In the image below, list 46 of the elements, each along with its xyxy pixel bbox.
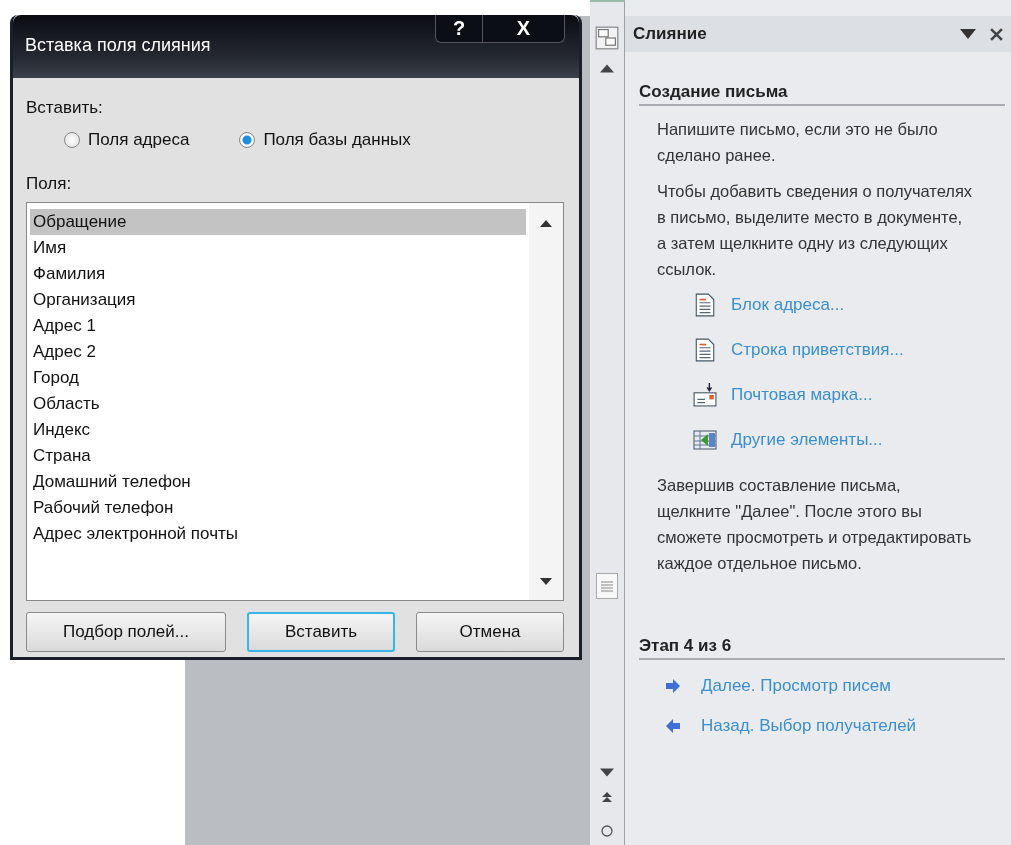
list-item[interactable]: Домашний телефон: [30, 469, 526, 495]
scroll-thumb-icon[interactable]: [596, 573, 618, 599]
list-item[interactable]: Адрес электронной почты: [30, 521, 526, 547]
window-title: Вставка поля слияния: [25, 35, 211, 56]
list-item[interactable]: Область: [30, 391, 526, 417]
fields-label: Поля:: [26, 174, 73, 194]
radio-label: Поля адреса: [88, 130, 190, 150]
browse-object-icon[interactable]: [601, 825, 613, 837]
list-item[interactable]: Адрес 2: [30, 339, 526, 365]
help-button[interactable]: ?: [435, 15, 483, 43]
table-icon: [693, 427, 717, 452]
section-title: Создание письма: [639, 82, 1005, 106]
dialog-button[interactable]: Вставить: [247, 612, 395, 652]
list-item[interactable]: Имя: [30, 235, 526, 261]
scroll-up-icon[interactable]: [540, 219, 552, 227]
step-title: Этап 4 из 6: [639, 636, 1005, 660]
scroll-down-icon[interactable]: [540, 578, 552, 586]
dialog-button[interactable]: Отмена: [416, 612, 564, 652]
scrollbar[interactable]: [529, 203, 563, 600]
radio-option[interactable]: Поля адреса: [64, 130, 190, 150]
document-icon: [693, 292, 717, 317]
instruction-text: Напишите письмо, если это не было сделано ранее.: [657, 119, 939, 166]
pane-title: Слияние: [633, 24, 708, 44]
list-item[interactable]: Обращение: [30, 209, 526, 235]
instruction-text: Чтобы добавить сведения о получателях в письмо, выделите место в документе, а затем щелкните одну из следующих ссылок.: [657, 181, 974, 280]
envelope-icon: [693, 382, 717, 407]
previous-page-icon[interactable]: [601, 791, 613, 803]
close-button[interactable]: X: [483, 15, 565, 43]
dropdown-icon[interactable]: [960, 29, 976, 39]
right-arrow-icon: [665, 679, 681, 693]
list-item[interactable]: Организация: [30, 287, 526, 313]
list-item[interactable]: Страна: [30, 443, 526, 469]
close-icon[interactable]: [990, 27, 1003, 41]
document-icon: [693, 337, 717, 362]
scroll-up-icon[interactable]: [600, 64, 614, 73]
dialog-button[interactable]: Подбор полей...: [26, 612, 226, 652]
list-item[interactable]: Адрес 1: [30, 313, 526, 339]
list-item[interactable]: Город: [30, 365, 526, 391]
list-item[interactable]: Индекс: [30, 417, 526, 443]
mail-merge-icon[interactable]: [595, 26, 619, 50]
insert-label: Вставить:: [26, 98, 104, 118]
left-arrow-icon: [665, 719, 681, 733]
scroll-down-icon[interactable]: [600, 768, 614, 777]
list-item[interactable]: Рабочий телефон: [30, 495, 526, 521]
list-item[interactable]: Фамилия: [30, 261, 526, 287]
instruction-text: Завершив составление письма, щелкните "Далее". После этого вы сможете просмотреть и отредактировать каждое отдельное письмо.: [657, 475, 973, 574]
